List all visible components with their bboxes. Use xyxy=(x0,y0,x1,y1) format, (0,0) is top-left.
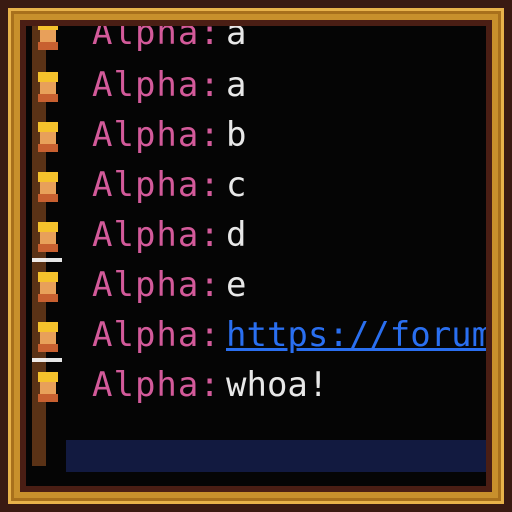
message-text: e xyxy=(226,265,247,305)
message-text: a xyxy=(226,65,247,105)
sender-name: Alpha: xyxy=(92,315,221,355)
chat-message: Alpha: d xyxy=(26,212,486,258)
sender-name: Alpha: xyxy=(92,265,221,305)
sender-name: Alpha: xyxy=(92,65,221,105)
message-text: a xyxy=(226,26,247,53)
chat-message: Alpha: https://forum xyxy=(26,312,486,358)
message-text: whoa! xyxy=(226,365,329,405)
chat-message: Alpha: a xyxy=(26,26,486,56)
player-avatar-icon xyxy=(36,322,60,352)
player-avatar-icon xyxy=(36,222,60,252)
player-avatar-icon xyxy=(32,258,62,302)
sender-name: Alpha: xyxy=(92,365,221,405)
player-avatar-icon xyxy=(36,172,60,202)
chat-message: Alpha: whoa! xyxy=(26,358,486,408)
message-text: d xyxy=(226,215,247,255)
message-text: c xyxy=(226,165,247,205)
sender-name: Alpha: xyxy=(92,115,221,155)
chat-message: Alpha: a xyxy=(26,62,486,108)
chat-message: Alpha: c xyxy=(26,162,486,208)
player-avatar-icon xyxy=(36,122,60,152)
chat-panel: Alpha: a Alpha: a Alpha: b Alpha: c Alph… xyxy=(26,26,486,486)
sender-name: Alpha: xyxy=(92,215,221,255)
chat-message: Alpha: b xyxy=(26,112,486,158)
message-text: b xyxy=(226,115,247,155)
chat-message: Alpha: e xyxy=(26,258,486,308)
chat-input[interactable] xyxy=(66,440,486,472)
player-avatar-icon xyxy=(32,358,62,402)
sender-name: Alpha: xyxy=(92,165,221,205)
sender-name: Alpha: xyxy=(92,26,221,53)
message-link[interactable]: https://forum xyxy=(226,316,486,354)
player-avatar-icon xyxy=(36,72,60,102)
player-avatar-icon xyxy=(36,26,60,50)
